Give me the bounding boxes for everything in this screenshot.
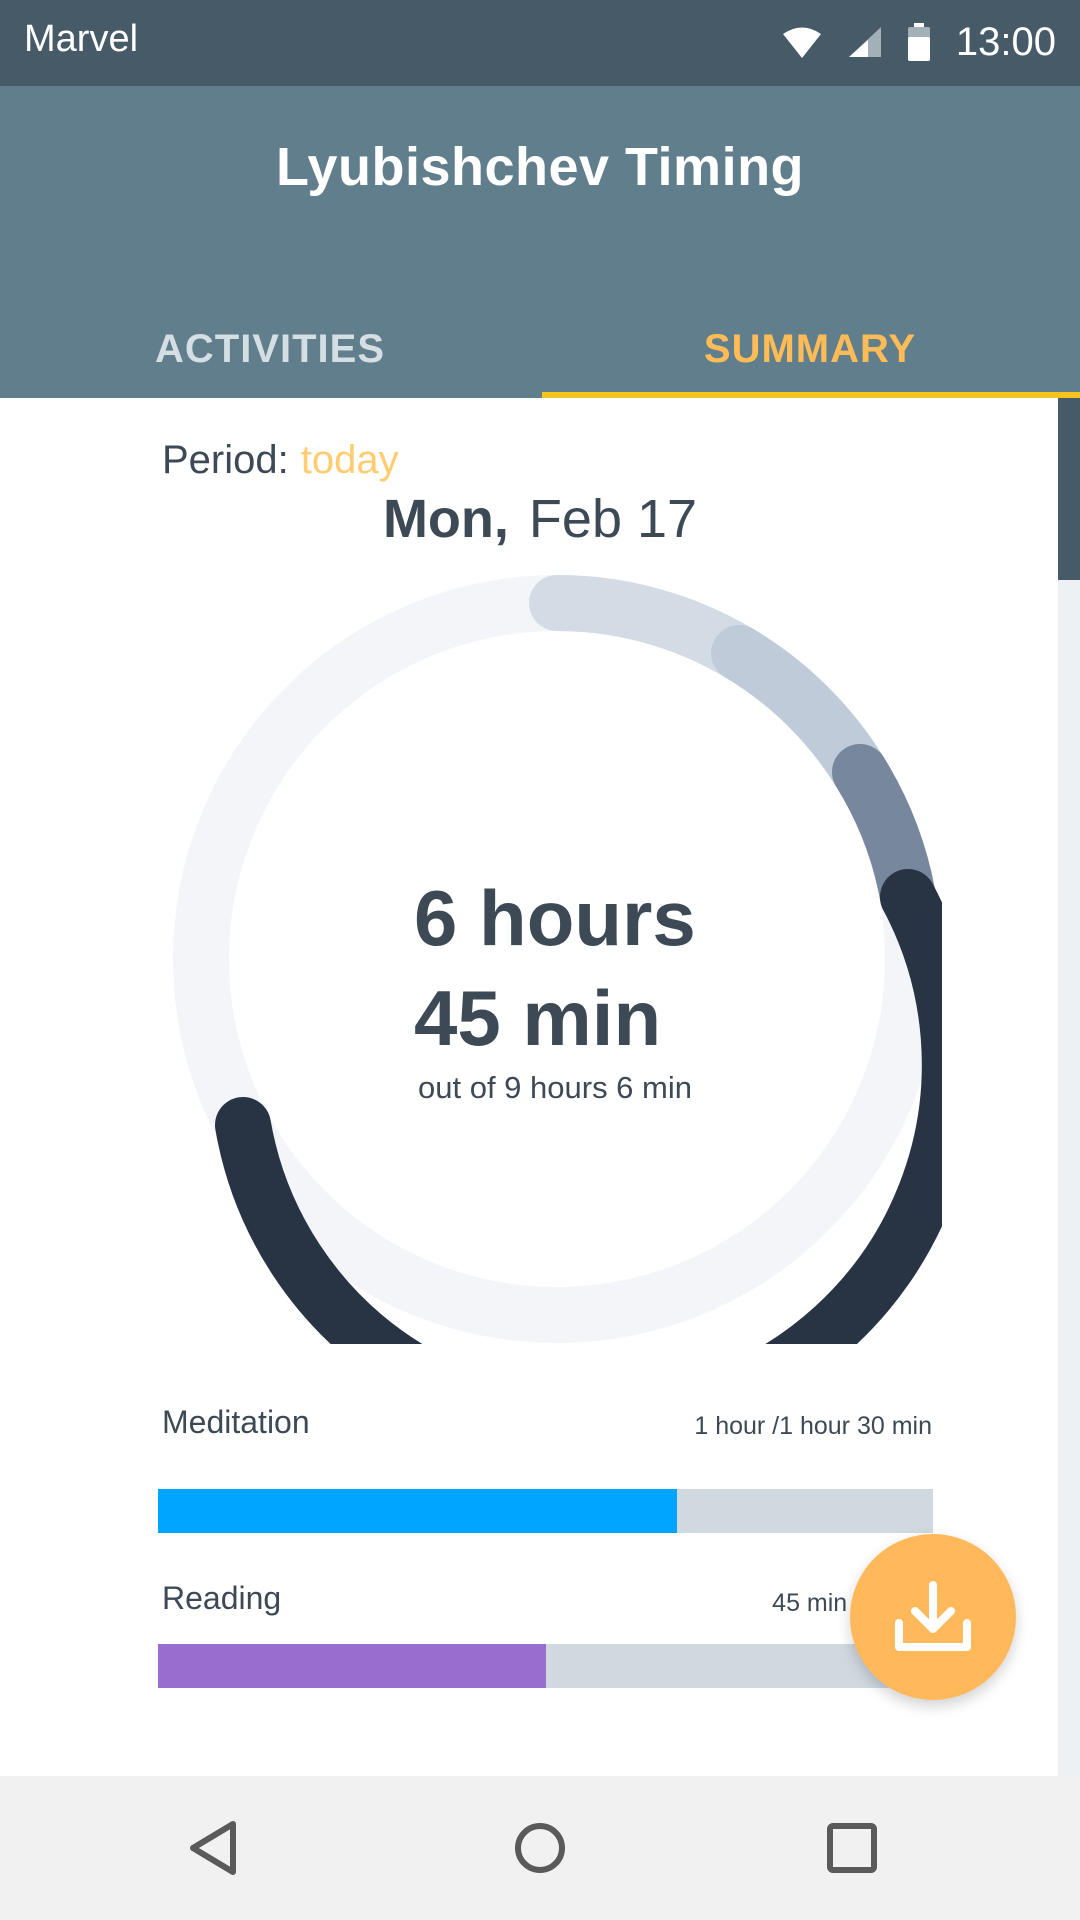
tab-indicator [542, 392, 1080, 398]
total-caption: out of 9 hours 6 min [418, 1070, 692, 1105]
period-label: Period: [162, 438, 289, 482]
download-button[interactable] [850, 1534, 1016, 1700]
home-icon [515, 1823, 565, 1873]
date-day: Mon, [382, 489, 509, 549]
activity-bar-fill-reading [158, 1644, 546, 1688]
clock: 13:00 [955, 19, 1056, 64]
total-hours: 6 hours [414, 874, 696, 962]
download-icon [895, 1581, 971, 1651]
total-minutes: 45 min [414, 974, 662, 1062]
date-rest: Feb 17 [528, 489, 698, 549]
status-bar: Marvel 13:00 [0, 0, 1080, 86]
activity-bar-reading [158, 1644, 933, 1688]
period-selector[interactable]: today [301, 438, 399, 482]
progress-ring-segment-light [529, 575, 767, 681]
status-icons: 13:00 [782, 14, 1056, 70]
date-heading: Mon, Feb 17 [0, 488, 1080, 550]
carrier-name: Marvel [24, 18, 139, 60]
activity-name-reading: Reading [162, 1580, 282, 1616]
app-bar: Lyubishchev Timing ACTIVITIES SUMMARY [0, 86, 1080, 398]
recents-button[interactable] [816, 1812, 888, 1884]
period-row: Period: today [162, 438, 399, 483]
wifi-icon [782, 27, 821, 58]
progress-summary: 6 hours 45 min out of 9 hours 6 min [414, 868, 696, 1106]
home-button[interactable] [504, 1812, 576, 1884]
activity-ratio-meditation: 1 hour /1 hour 30 min [694, 1412, 932, 1440]
scrollbar-track[interactable] [1058, 398, 1080, 1798]
activity-bar-fill-meditation [158, 1489, 678, 1533]
back-button[interactable] [177, 1812, 249, 1884]
activity-bar-meditation [158, 1489, 933, 1533]
app-title: Lyubishchev Timing [275, 137, 805, 197]
recents-icon [827, 1823, 877, 1873]
tab-activities[interactable]: ACTIVITIES [0, 300, 540, 398]
tab-summary[interactable]: SUMMARY [540, 300, 1080, 398]
signal-icon [848, 27, 881, 57]
system-nav-bar [0, 1776, 1080, 1920]
back-icon [190, 1821, 236, 1875]
battery-icon [907, 23, 930, 61]
activity-name-meditation: Meditation [162, 1404, 310, 1440]
